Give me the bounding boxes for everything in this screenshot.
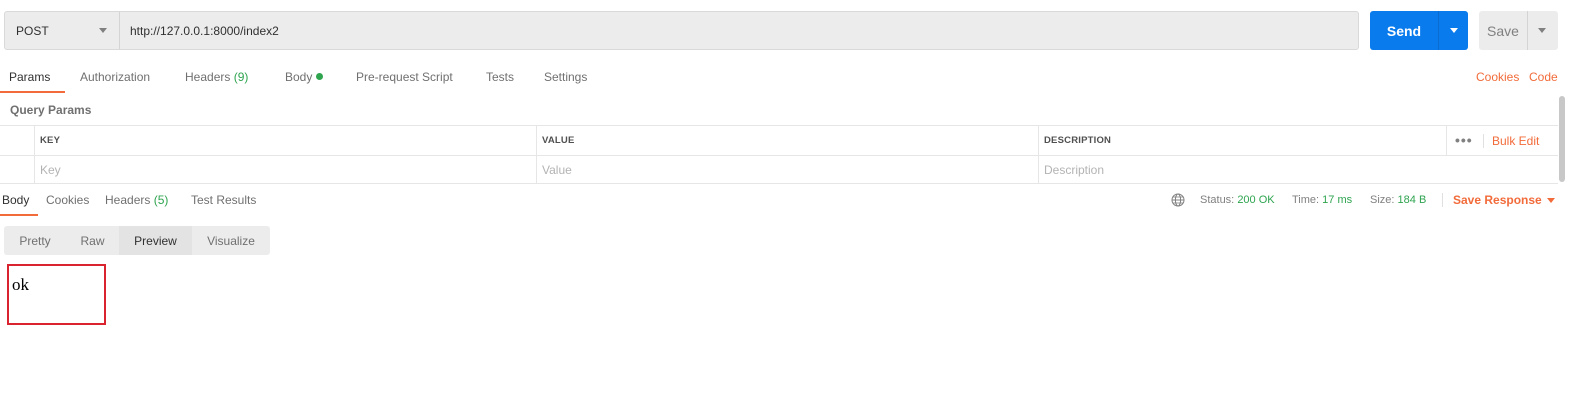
key-placeholder: Key — [40, 163, 61, 177]
response-status: Status: 200 OK — [1200, 190, 1275, 212]
time-label: Time: — [1292, 194, 1320, 206]
globe-icon[interactable] — [1171, 193, 1185, 207]
column-header-key: KEY — [34, 126, 536, 155]
view-mode-raw-label: Raw — [80, 233, 105, 248]
response-headers-count: (5) — [153, 193, 169, 207]
tab-tests[interactable]: Tests — [486, 66, 514, 93]
tab-pre-request-label: Pre-request Script — [356, 70, 453, 84]
value-placeholder: Value — [542, 163, 572, 177]
response-tab-headers-label: Headers — [105, 193, 151, 207]
response-tab-body-label: Body — [2, 193, 30, 207]
column-value-label: VALUE — [542, 135, 575, 146]
url-value: http://127.0.0.1:8000/index2 — [130, 23, 279, 38]
status-value: 200 OK — [1237, 194, 1275, 206]
table-header-row: KEY VALUE DESCRIPTION ••• Bulk Edit — [0, 126, 1558, 156]
chevron-down-icon — [1450, 28, 1458, 33]
more-options-icon[interactable]: ••• — [1455, 133, 1473, 147]
response-tab-test-results[interactable]: Test Results — [191, 190, 256, 217]
method-select[interactable]: POST — [5, 12, 120, 49]
response-tab-cookies-label: Cookies — [46, 193, 90, 207]
time-value: 17 ms — [1322, 194, 1353, 206]
tab-headers[interactable]: Headers (9) — [185, 66, 248, 93]
save-options-button[interactable] — [1527, 11, 1558, 50]
tab-body[interactable]: Body — [285, 66, 324, 93]
response-tab-body[interactable]: Body — [0, 190, 38, 216]
url-input[interactable]: http://127.0.0.1:8000/index2 — [120, 12, 1358, 49]
send-button[interactable]: Send — [1370, 11, 1438, 50]
view-mode-raw[interactable]: Raw — [66, 226, 119, 255]
chevron-down-icon — [99, 28, 107, 33]
active-tab-indicator — [0, 214, 38, 216]
chevron-down-icon — [1538, 28, 1546, 33]
description-placeholder: Description — [1044, 163, 1105, 177]
headers-count: (9) — [233, 70, 249, 84]
divider — [1442, 193, 1443, 207]
query-params-table: KEY VALUE DESCRIPTION ••• Bulk Edit Key … — [0, 125, 1558, 184]
view-mode-visualize[interactable]: Visualize — [192, 226, 270, 255]
request-tabs: Params Authorization Headers (9) Body Pr… — [0, 66, 1582, 93]
response-time: Time: 17 ms — [1292, 190, 1352, 212]
view-mode-preview[interactable]: Preview — [119, 226, 192, 255]
divider — [1483, 134, 1484, 148]
view-mode-preview-label: Preview — [134, 233, 177, 248]
column-description-label: DESCRIPTION — [1044, 135, 1112, 146]
key-input[interactable]: Key — [34, 156, 536, 184]
column-header-description: DESCRIPTION — [1038, 126, 1446, 155]
cookies-link[interactable]: Cookies — [1476, 66, 1519, 88]
response-tab-cookies[interactable]: Cookies — [46, 190, 89, 217]
response-size: Size: 184 B — [1370, 190, 1426, 212]
status-label: Status: — [1200, 194, 1235, 206]
body-indicator-dot — [316, 73, 324, 80]
view-mode-pretty-label: Pretty — [19, 233, 51, 248]
send-options-button[interactable] — [1438, 11, 1468, 50]
scrollbar-thumb[interactable] — [1559, 96, 1565, 182]
save-button[interactable]: Save — [1479, 11, 1527, 50]
query-params-title: Query Params — [10, 103, 92, 117]
tab-authorization-label: Authorization — [80, 70, 151, 84]
description-input[interactable]: Description — [1038, 156, 1558, 184]
code-link[interactable]: Code — [1529, 66, 1558, 88]
active-tab-indicator — [0, 91, 65, 93]
highlight-annotation-box — [7, 264, 106, 325]
tab-params-label: Params — [9, 70, 51, 84]
tab-settings-label: Settings — [544, 70, 588, 84]
tab-params[interactable]: Params — [0, 66, 65, 93]
size-value: 184 B — [1397, 194, 1427, 206]
chevron-down-icon[interactable] — [1547, 198, 1555, 203]
request-bar: POST http://127.0.0.1:8000/index2 — [4, 11, 1359, 50]
tab-pre-request-script[interactable]: Pre-request Script — [356, 66, 453, 93]
method-label: POST — [16, 23, 49, 38]
size-label: Size: — [1370, 194, 1395, 206]
bulk-edit-link[interactable]: Bulk Edit — [1492, 126, 1539, 156]
view-mode-pretty[interactable]: Pretty — [4, 226, 66, 255]
tab-headers-label: Headers — [185, 70, 231, 84]
save-response-button[interactable]: Save Response — [1453, 190, 1542, 210]
tab-body-label: Body — [285, 70, 313, 84]
send-button-group: Send — [1370, 11, 1468, 50]
column-header-value: VALUE — [536, 126, 1038, 155]
tab-authorization[interactable]: Authorization — [80, 66, 150, 93]
tab-settings[interactable]: Settings — [544, 66, 587, 93]
response-tab-headers[interactable]: Headers (5) — [105, 190, 168, 217]
tab-tests-label: Tests — [486, 70, 515, 84]
view-mode-visualize-label: Visualize — [207, 233, 255, 248]
column-key-label: KEY — [40, 135, 61, 146]
save-button-group: Save — [1479, 11, 1558, 50]
response-tab-test-results-label: Test Results — [191, 193, 257, 207]
view-mode-switcher: Pretty Raw Preview Visualize — [4, 226, 270, 255]
table-row: Key Value Description — [0, 156, 1558, 184]
value-input[interactable]: Value — [536, 156, 1038, 184]
